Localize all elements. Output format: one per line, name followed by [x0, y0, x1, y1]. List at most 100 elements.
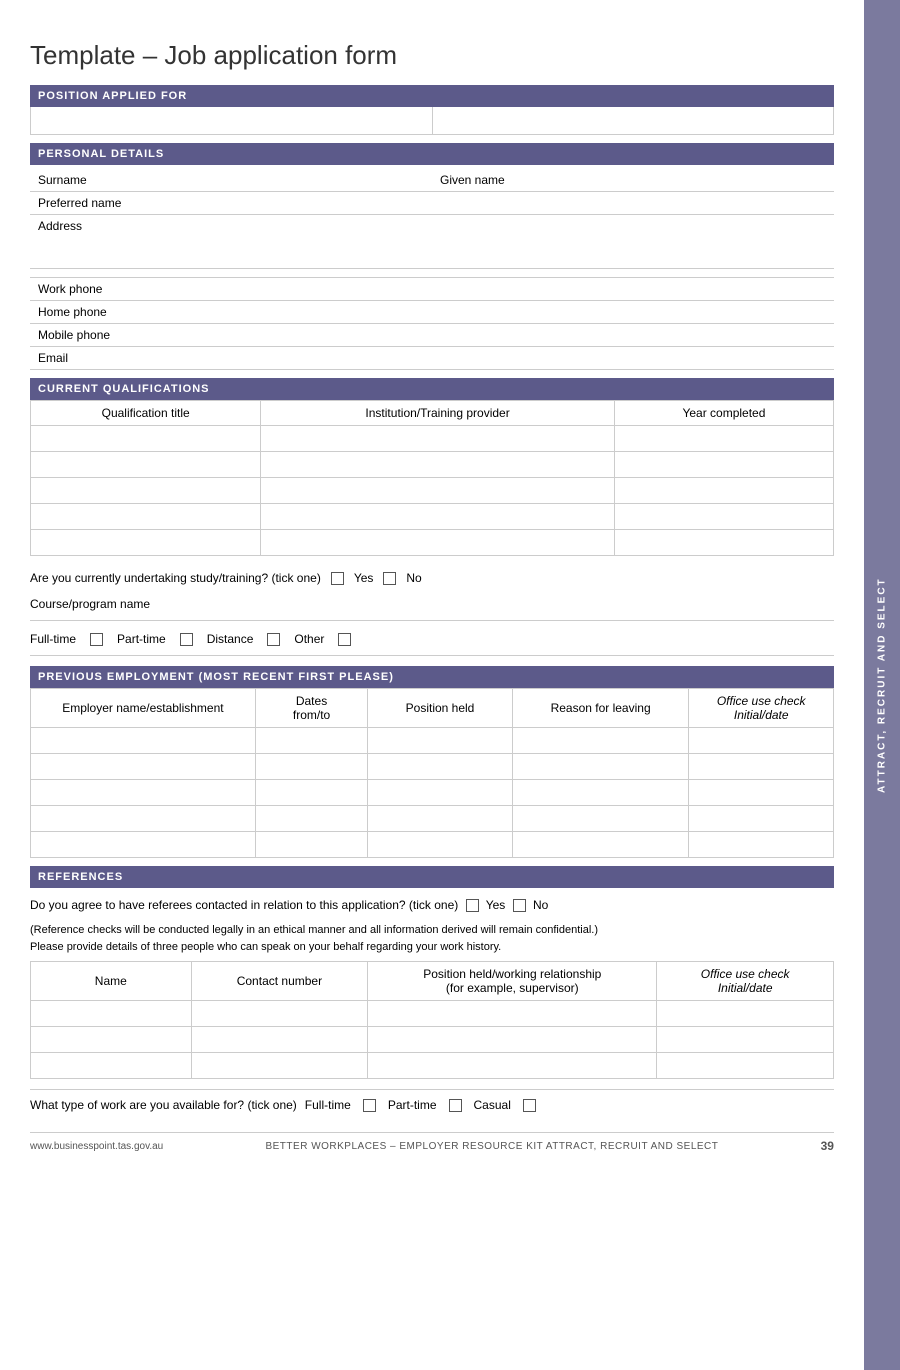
ref-row-3-name[interactable]	[31, 1053, 192, 1079]
ref-row-1-position[interactable]	[368, 1001, 657, 1027]
emp-row-4-position[interactable]	[368, 806, 513, 832]
ref-row-2-office[interactable]	[657, 1027, 834, 1053]
side-tab: ATTRACT, RECRUIT AND SELECT	[864, 0, 900, 1370]
qual-row-4-title[interactable]	[31, 504, 261, 530]
qualifications-table: Qualification title Institution/Training…	[30, 400, 834, 556]
emp-row-5-office[interactable]	[689, 832, 834, 858]
mobile-phone-value[interactable]	[710, 324, 834, 347]
distance-label: Distance	[207, 627, 254, 651]
ref-row-1-contact[interactable]	[191, 1001, 368, 1027]
emp-row-4-dates[interactable]	[255, 806, 367, 832]
ref-row-2-position[interactable]	[368, 1027, 657, 1053]
qual-row-1-inst[interactable]	[261, 426, 615, 452]
emp-row-1-reason[interactable]	[512, 728, 689, 754]
work-avail-parttime-checkbox[interactable]	[449, 1099, 462, 1112]
emp-row-2-reason[interactable]	[512, 754, 689, 780]
surname-label: Surname	[30, 169, 432, 192]
emp-row-3-dates[interactable]	[255, 780, 367, 806]
qual-row-4-inst[interactable]	[261, 504, 615, 530]
ref-row-2-contact[interactable]	[191, 1027, 368, 1053]
footer-center: BETTER WORKPLACES – EMPLOYER RESOURCE KI…	[265, 1141, 718, 1152]
qual-row-2-inst[interactable]	[261, 452, 615, 478]
ref-row-2-name[interactable]	[31, 1027, 192, 1053]
emp-row-3-employer[interactable]	[31, 780, 256, 806]
work-phone-label: Work phone	[30, 278, 710, 301]
qual-row-2-title[interactable]	[31, 452, 261, 478]
emp-row-1-employer[interactable]	[31, 728, 256, 754]
other-checkbox[interactable]	[338, 633, 351, 646]
emp-row-5-reason[interactable]	[512, 832, 689, 858]
work-phone-value[interactable]	[710, 278, 834, 301]
personal-name-table: Surname Given name Preferred name Addres…	[30, 169, 834, 278]
ref-no-label: No	[533, 898, 548, 912]
home-phone-label: Home phone	[30, 301, 710, 324]
employment-table: Employer name/establishment Datesfrom/to…	[30, 688, 834, 858]
work-avail-casual-label: Casual	[474, 1098, 511, 1112]
emp-row-4-office[interactable]	[689, 806, 834, 832]
emp-row-4-reason[interactable]	[512, 806, 689, 832]
fulltime-label: Full-time	[30, 627, 76, 651]
ref-row-3-position[interactable]	[368, 1053, 657, 1079]
emp-row-1-office[interactable]	[689, 728, 834, 754]
position-section-header: POSITION APPLIED FOR	[30, 85, 834, 107]
ref-row-3-office[interactable]	[657, 1053, 834, 1079]
qual-row-3-inst[interactable]	[261, 478, 615, 504]
study-yes-checkbox[interactable]	[331, 572, 344, 585]
qual-row-3-year[interactable]	[614, 478, 833, 504]
parttime-label: Part-time	[117, 627, 166, 651]
contact-table: Work phone Home phone Mobile phone Email	[30, 278, 834, 370]
emp-row-2-office[interactable]	[689, 754, 834, 780]
qual-row-3-title[interactable]	[31, 478, 261, 504]
emp-row-3-position[interactable]	[368, 780, 513, 806]
home-phone-value[interactable]	[710, 301, 834, 324]
emp-row-5-dates[interactable]	[255, 832, 367, 858]
other-label: Other	[294, 627, 324, 651]
ref-position-header: Position held/working relationship(for e…	[368, 962, 657, 1001]
page-title: Template – Job application form	[30, 40, 834, 71]
emp-row-2-employer[interactable]	[31, 754, 256, 780]
emp-row-3-office[interactable]	[689, 780, 834, 806]
ref-yes-label: Yes	[486, 898, 506, 912]
emp-row-3-reason[interactable]	[512, 780, 689, 806]
emp-row-1-dates[interactable]	[255, 728, 367, 754]
employment-section-header: PREVIOUS EMPLOYMENT (MOST RECENT FIRST P…	[30, 666, 834, 688]
study-no-checkbox[interactable]	[383, 572, 396, 585]
ref-yes-checkbox[interactable]	[466, 899, 479, 912]
page-footer: www.businesspoint.tas.gov.au BETTER WORK…	[30, 1132, 834, 1153]
qual-row-1-year[interactable]	[614, 426, 833, 452]
emp-row-4-employer[interactable]	[31, 806, 256, 832]
work-avail-casual-checkbox[interactable]	[523, 1099, 536, 1112]
personal-section-header: PERSONAL DETAILS	[30, 143, 834, 165]
distance-checkbox[interactable]	[267, 633, 280, 646]
position-applied-value[interactable]	[433, 107, 834, 134]
emp-row-2-position[interactable]	[368, 754, 513, 780]
emp-row-2-dates[interactable]	[255, 754, 367, 780]
qual-row-4-year[interactable]	[614, 504, 833, 530]
footer-right: 39	[821, 1139, 834, 1153]
emp-row-1-position[interactable]	[368, 728, 513, 754]
qual-row-2-year[interactable]	[614, 452, 833, 478]
parttime-checkbox[interactable]	[180, 633, 193, 646]
ref-no-checkbox[interactable]	[513, 899, 526, 912]
qualifications-section-header: CURRENT QUALIFICATIONS	[30, 378, 834, 400]
work-avail-fulltime-label: Full-time	[305, 1098, 351, 1112]
work-avail-fulltime-checkbox[interactable]	[363, 1099, 376, 1112]
emp-reason-header: Reason for leaving	[512, 689, 689, 728]
emp-position-header: Position held	[368, 689, 513, 728]
given-name-label: Given name	[432, 169, 834, 192]
qual-row-5-inst[interactable]	[261, 530, 615, 556]
qual-row-5-year[interactable]	[614, 530, 833, 556]
position-applied-label	[31, 107, 433, 134]
ref-row-3-contact[interactable]	[191, 1053, 368, 1079]
ref-row-1-name[interactable]	[31, 1001, 192, 1027]
preferred-name-value[interactable]	[432, 192, 834, 215]
emp-row-5-position[interactable]	[368, 832, 513, 858]
course-program-label: Course/program name	[30, 597, 150, 611]
email-value[interactable]	[710, 347, 834, 370]
fulltime-checkbox[interactable]	[90, 633, 103, 646]
qual-institution-header: Institution/Training provider	[261, 401, 615, 426]
qual-row-1-title[interactable]	[31, 426, 261, 452]
emp-row-5-employer[interactable]	[31, 832, 256, 858]
ref-row-1-office[interactable]	[657, 1001, 834, 1027]
qual-row-5-title[interactable]	[31, 530, 261, 556]
